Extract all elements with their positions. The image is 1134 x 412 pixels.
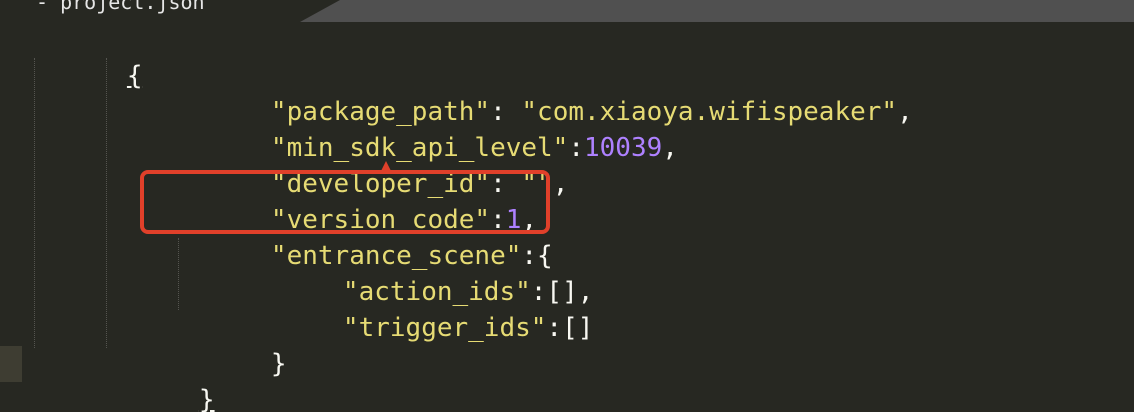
- tab-title: - project.json: [36, 0, 205, 14]
- code-line-9: }: [177, 310, 287, 379]
- gutter-line-marker: [0, 346, 22, 382]
- open-brace: {: [126, 61, 143, 91]
- comma: ,: [662, 133, 678, 163]
- code-line-3: "min_sdk_api_level":10039,: [177, 94, 678, 163]
- indent-guide: [106, 58, 107, 348]
- separator: :[]: [546, 313, 594, 343]
- separator: :: [568, 133, 584, 163]
- code-line-2: "package_path": "com.xiaoya.wifispeaker"…: [177, 58, 913, 127]
- code-line-1: {: [33, 22, 143, 91]
- tab-bar: - project.json: [0, 0, 1134, 22]
- tab-project-json[interactable]: - project.json: [0, 0, 340, 22]
- annotation-caret-icon: [380, 161, 392, 173]
- code-line-10: }: [105, 346, 215, 412]
- inner-close-brace: }: [270, 349, 287, 379]
- comma: ,: [552, 169, 569, 199]
- comma: ,: [897, 97, 913, 127]
- annotation-highlight-box: [140, 170, 550, 234]
- code-line-4: "developer_id": "",: [177, 130, 568, 199]
- code-line-8: "trigger_ids":[]: [249, 274, 593, 343]
- code-line-7: "action_ids":[],: [249, 238, 593, 307]
- key-trigger-ids: "trigger_ids": [342, 313, 547, 343]
- code-editor-window: - project.json { "package_path": "com.xi…: [0, 0, 1134, 412]
- editor-area[interactable]: { "package_path": "com.xiaoya.wifispeake…: [0, 22, 1134, 412]
- value-min-sdk-api-level: 10039: [584, 133, 663, 163]
- close-brace: }: [198, 385, 215, 412]
